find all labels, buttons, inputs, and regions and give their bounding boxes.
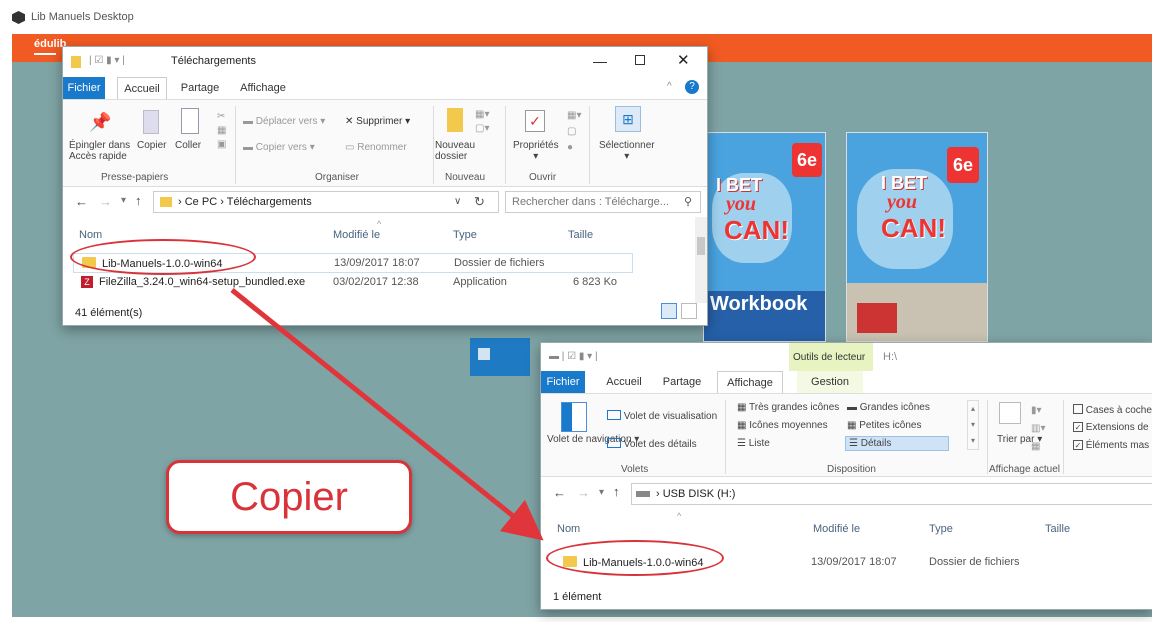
callout-text: Copier [230, 475, 348, 519]
callout-box: Copier [166, 460, 412, 534]
